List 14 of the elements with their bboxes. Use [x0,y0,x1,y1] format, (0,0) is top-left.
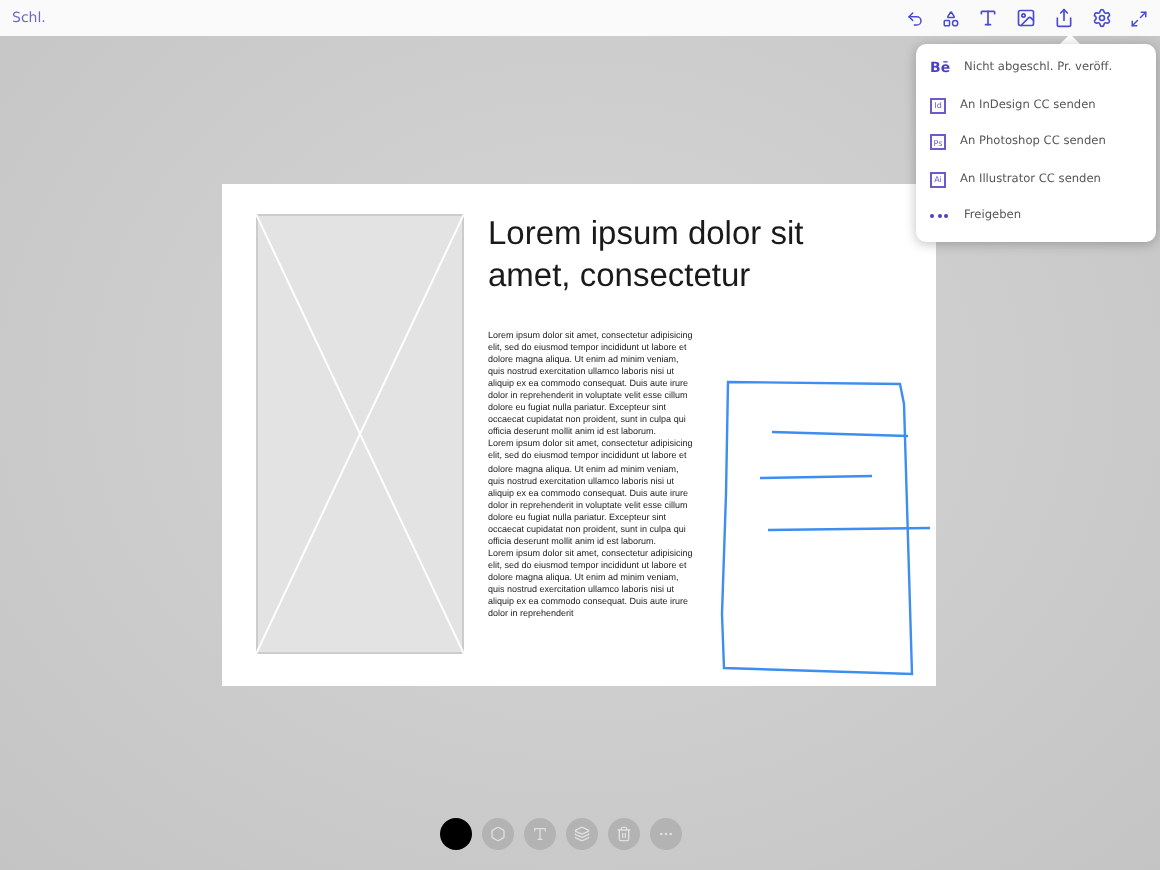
more-icon [930,214,950,219]
shape-icon [490,826,506,842]
text-icon[interactable] [978,8,998,28]
color-swatch[interactable] [440,818,472,850]
undo-icon[interactable] [906,9,924,27]
share-icon[interactable] [1054,8,1074,28]
image-icon[interactable] [1016,8,1036,28]
shapes-icon[interactable] [942,9,960,27]
text-icon [532,826,548,842]
layout-title: Lorem ipsum dolor sit amet, consectetur [488,214,806,298]
layers-icon [574,826,590,842]
trash-icon [616,826,632,842]
settings-icon[interactable] [1092,8,1112,28]
expand-icon[interactable] [1130,9,1148,27]
